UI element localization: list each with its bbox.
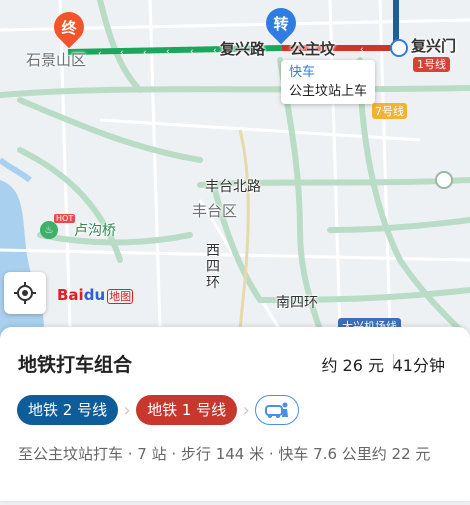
label-fuxingmen: 复兴门 <box>411 37 457 55</box>
route-card[interactable]: 地铁打车组合 约 26 元 41分钟 地铁 2 号线 › 地铁 1 号线 › 至… <box>0 327 470 501</box>
label-fengtai-district: 丰台区 <box>192 202 238 220</box>
svg-text:‹: ‹ <box>120 48 124 58</box>
poi-hot-badge: HOT <box>54 214 76 223</box>
label-south-4th-ring: 南四环 <box>276 295 318 311</box>
label-line7: 7号线 <box>372 103 407 119</box>
poi-hot-icon[interactable]: ♨ <box>40 221 58 239</box>
label-fengtai-north-road: 丰台北路 <box>205 179 261 195</box>
label-gongzhufen: 公主坟 <box>290 40 336 58</box>
callout-text: 公主坟站上车 <box>289 84 368 99</box>
route-duration: 41分钟 <box>392 356 445 375</box>
svg-text:‹: ‹ <box>213 46 217 56</box>
svg-text:‹: ‹ <box>143 48 147 58</box>
svg-text:‹: ‹ <box>166 47 170 57</box>
svg-text:‹: ‹ <box>98 49 102 59</box>
route-detail: 至公主坟站打车 · 7 站 · 步行 144 米 · 快车 7.6 公里约 22… <box>18 445 431 463</box>
baidu-map-logo: Baidu 地图 <box>57 286 134 304</box>
segment-line2-chip[interactable]: 地铁 2 号线 <box>17 395 119 425</box>
label-shijingshan: 石景山区 <box>26 51 87 69</box>
locate-icon <box>14 282 36 304</box>
svg-text:‹: ‹ <box>360 45 364 55</box>
segment-line1-chip[interactable]: 地铁 1 号线 <box>136 395 238 425</box>
route-title: 地铁打车组合 <box>18 354 133 376</box>
locate-button[interactable] <box>4 272 46 314</box>
route-segments: 地铁 2 号线 › 地铁 1 号线 › <box>17 395 300 425</box>
line1-badge: 1号线 <box>413 57 450 72</box>
label-west-4th-ring: 西四环 <box>206 243 220 291</box>
label-lugouqiao: 卢沟桥 <box>74 223 116 239</box>
chevron-right-icon: › <box>123 399 131 421</box>
segment-taxi-chip[interactable] <box>255 395 300 425</box>
route-price: 约 26 元 <box>321 356 384 375</box>
taxi-person-icon <box>265 402 289 418</box>
boarding-callout[interactable]: 快车 公主坟站上车 <box>281 60 376 104</box>
label-fuxinglu: 复兴路 <box>220 40 266 58</box>
chevron-right-icon: › <box>242 399 250 421</box>
svg-text:‹: ‹ <box>190 47 194 57</box>
callout-mode: 快车 <box>289 65 316 80</box>
